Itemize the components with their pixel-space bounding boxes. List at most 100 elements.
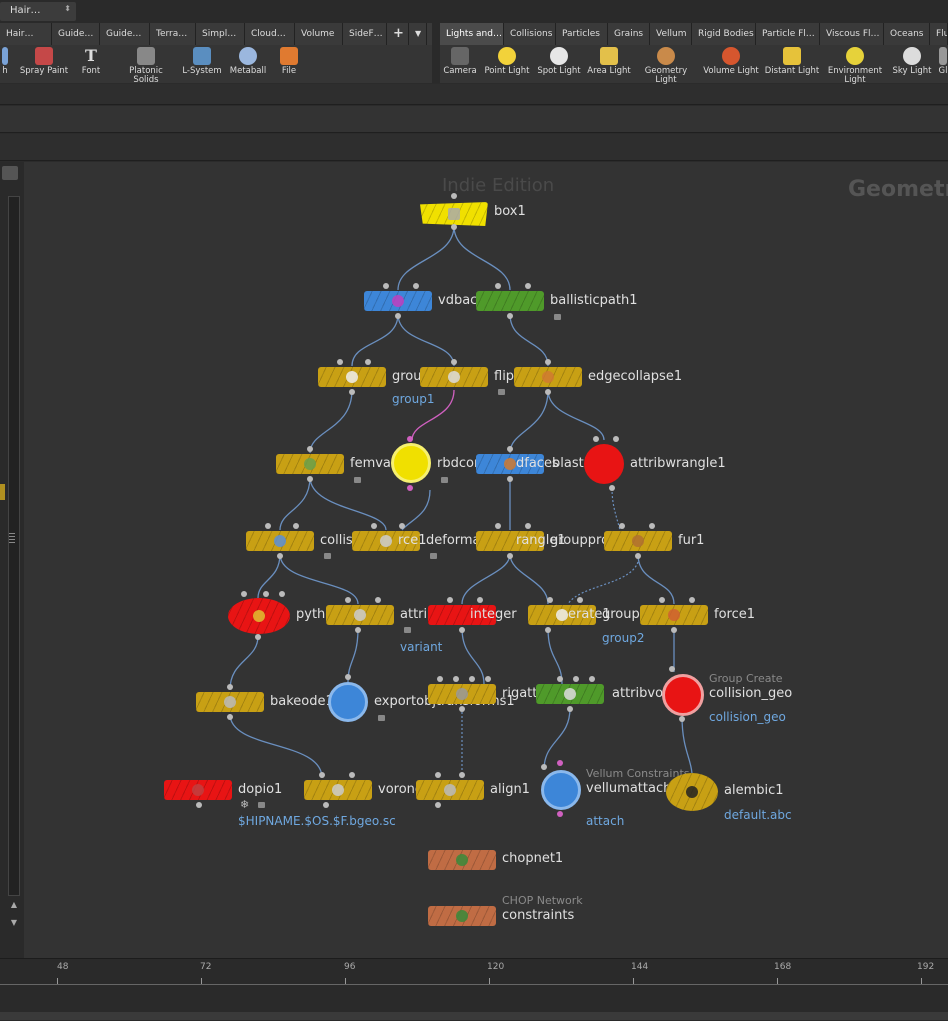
node-fur1[interactable]: [604, 531, 672, 551]
output-connector[interactable]: [323, 802, 329, 808]
input-connector[interactable]: [669, 666, 675, 672]
output-connector[interactable]: [679, 716, 685, 722]
node-group1[interactable]: [318, 367, 386, 387]
input-connector[interactable]: [541, 764, 547, 770]
node-collisions[interactable]: [246, 531, 314, 551]
input-connector[interactable]: [307, 446, 313, 452]
node-constraints[interactable]: [428, 906, 496, 926]
input-connector[interactable]: [345, 597, 351, 603]
input-connector[interactable]: [525, 523, 531, 529]
output-connector[interactable]: [307, 476, 313, 482]
input-connector[interactable]: [525, 283, 531, 289]
node-rbdconnect[interactable]: [391, 443, 431, 483]
input-connector[interactable]: [689, 597, 695, 603]
input-connector[interactable]: [435, 772, 441, 778]
output-connector[interactable]: [545, 389, 551, 395]
output-connector[interactable]: [609, 485, 615, 491]
output-connector[interactable]: [567, 706, 573, 712]
input-connector[interactable]: [349, 772, 355, 778]
output-connector[interactable]: [277, 553, 283, 559]
input-connector[interactable]: [589, 676, 595, 682]
node-align1[interactable]: [416, 780, 484, 800]
input-connector[interactable]: [451, 359, 457, 365]
input-connector[interactable]: [593, 436, 599, 442]
node-ballisticpath1[interactable]: [476, 291, 544, 311]
input-connector[interactable]: [413, 283, 419, 289]
output-connector[interactable]: [196, 802, 202, 808]
output-connector[interactable]: [507, 476, 513, 482]
input-connector[interactable]: [619, 523, 625, 529]
input-connector[interactable]: [451, 193, 457, 199]
node-vellumattach1[interactable]: [541, 770, 581, 810]
input-connector[interactable]: [293, 523, 299, 529]
node-box1[interactable]: [420, 202, 488, 226]
input-connector[interactable]: [577, 597, 583, 603]
output-connector[interactable]: [227, 714, 233, 720]
input-connector[interactable]: [375, 597, 381, 603]
input-connector[interactable]: [365, 359, 371, 365]
lock-icon[interactable]: [258, 802, 265, 808]
lock-icon[interactable]: [354, 477, 361, 483]
input-connector[interactable]: [265, 523, 271, 529]
input-connector[interactable]: [345, 674, 351, 680]
input-connector[interactable]: [495, 283, 501, 289]
input-connector[interactable]: [495, 523, 501, 529]
input-connector[interactable]: [263, 591, 269, 597]
node-vdbactivate1[interactable]: [364, 291, 432, 311]
node-python1[interactable]: [228, 598, 290, 634]
node-chopnet1[interactable]: [428, 850, 496, 870]
node-bakeode1[interactable]: [196, 692, 264, 712]
node-attribvop1[interactable]: [536, 684, 604, 704]
input-connector[interactable]: [447, 597, 453, 603]
input-connector[interactable]: [459, 772, 465, 778]
input-connector[interactable]: [557, 676, 563, 682]
node-attribwrangle1[interactable]: [584, 444, 624, 484]
node-dopio1[interactable]: [164, 780, 232, 800]
input-connector[interactable]: [371, 523, 377, 529]
input-connector[interactable]: [319, 772, 325, 778]
lock-icon[interactable]: [378, 715, 385, 721]
lock-icon[interactable]: [430, 553, 437, 559]
input-connector[interactable]: [545, 359, 551, 365]
input-connector[interactable]: [337, 359, 343, 365]
node-alembic1[interactable]: [666, 773, 718, 811]
snowflake-icon[interactable]: ❄: [240, 798, 249, 811]
input-connector[interactable]: [437, 676, 443, 682]
input-connector[interactable]: [477, 597, 483, 603]
input-connector[interactable]: [241, 591, 247, 597]
output-connector[interactable]: [451, 224, 457, 230]
node-femvalidate[interactable]: [276, 454, 344, 474]
output-connector[interactable]: [349, 389, 355, 395]
node-exportobjtransforms1[interactable]: [328, 682, 368, 722]
input-connector[interactable]: [659, 597, 665, 603]
input-connector[interactable]: [407, 436, 413, 442]
node-flipsource1[interactable]: [420, 367, 488, 387]
input-connector[interactable]: [485, 676, 491, 682]
input-connector[interactable]: [469, 676, 475, 682]
node-collision-geo[interactable]: [662, 674, 704, 716]
node-voronoisplit[interactable]: [304, 780, 372, 800]
lock-icon[interactable]: [441, 477, 448, 483]
output-connector[interactable]: [435, 802, 441, 808]
input-connector[interactable]: [613, 436, 619, 442]
output-connector[interactable]: [507, 553, 513, 559]
output-connector[interactable]: [459, 706, 465, 712]
output-connector[interactable]: [355, 627, 361, 633]
output-connector[interactable]: [407, 485, 413, 491]
node-force1[interactable]: [640, 605, 708, 625]
output-connector[interactable]: [255, 634, 261, 640]
node-rigattribvop[interactable]: [428, 684, 496, 704]
lock-icon[interactable]: [324, 553, 331, 559]
input-connector[interactable]: [383, 283, 389, 289]
output-connector[interactable]: [635, 553, 641, 559]
input-connector[interactable]: [279, 591, 285, 597]
output-connector[interactable]: [557, 811, 563, 817]
input-connector[interactable]: [227, 684, 233, 690]
output-connector[interactable]: [395, 313, 401, 319]
output-connector[interactable]: [507, 313, 513, 319]
lock-icon[interactable]: [554, 314, 561, 320]
node-attribadjust[interactable]: [326, 605, 394, 625]
input-connector[interactable]: [547, 597, 553, 603]
output-connector[interactable]: [671, 627, 677, 633]
input-connector[interactable]: [649, 523, 655, 529]
